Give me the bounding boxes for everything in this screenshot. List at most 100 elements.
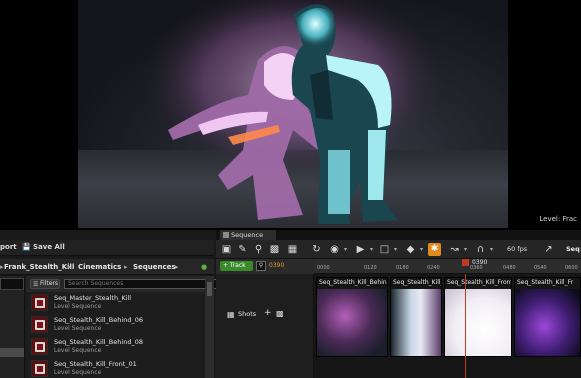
scrollbar-thumb[interactable] [207, 282, 212, 296]
breadcrumb-separator: ▸ [68, 263, 72, 271]
ruler-tick: 0000 [317, 265, 330, 271]
level-sequence-icon [31, 294, 48, 311]
search-placeholder: Search Sequences [68, 280, 124, 287]
asset-name: Seq_Stealth_Kill_Behind_06 [54, 316, 143, 324]
level-viewport[interactable]: Level: Frac [0, 0, 581, 230]
shot-label: Seq_Stealth_Kill_Behind [319, 279, 388, 286]
shot-section[interactable]: Seq_Stealth_Kill_ [390, 277, 442, 357]
list-item[interactable]: Seq_Stealth_Kill_Front_01 Level Sequence [26, 358, 214, 378]
sequencer-tab-bar: Sequence [216, 230, 581, 240]
list-item[interactable]: Seq_Stealth_Kill_Behind_06 Level Sequenc… [26, 314, 214, 336]
save-icon[interactable]: ▣ [220, 243, 233, 256]
add-shot-icon[interactable]: + [264, 308, 272, 318]
add-track-button[interactable]: + Track [220, 261, 253, 271]
current-frame[interactable]: 0390 [269, 262, 284, 269]
shots-label: Shots [238, 310, 257, 318]
shot-label: Seq_Stealth_Kill_ [393, 279, 442, 286]
ruler-tick: 0540 [534, 265, 547, 271]
playhead-label: 0390 [472, 259, 488, 266]
shot-label: Seq_Stealth_Kill_Fr [517, 279, 574, 286]
curve-icon[interactable]: ↝ ▾ [448, 243, 467, 256]
shot-section[interactable]: Seq_Stealth_Kill_Front [444, 277, 512, 357]
viewport-scene [78, 0, 508, 228]
shot-section[interactable]: Seq_Stealth_Kill_Behind [316, 277, 388, 357]
asset-list-scrollbar[interactable] [205, 276, 214, 378]
content-browser-toolbar: port 💾 Save All [0, 240, 214, 256]
filters-button[interactable]: ☰ Filters [30, 279, 60, 289]
editor-window: Level: Frac port 💾 Save All ▸ Frank_Stea… [0, 0, 581, 378]
selected-folder-row[interactable] [0, 348, 24, 357]
timeline-tracks[interactable]: Seq_Stealth_Kill_Behind Seq_Stealth_Kill… [314, 274, 581, 378]
camera-icon[interactable]: ▩ [268, 243, 281, 256]
snap-icon[interactable]: ✱ [428, 243, 441, 256]
browse-icon[interactable]: ✎ [236, 243, 249, 256]
shot-thumbnail [391, 289, 441, 356]
ruler-tick: 0180 [396, 265, 409, 271]
characters-render [143, 0, 443, 224]
asset-name: Seq_Master_Stealth_Kill [54, 294, 132, 302]
asset-type: Level Sequence [54, 325, 102, 332]
ruler-tick: 0120 [364, 265, 377, 271]
shot-thumbnail [317, 289, 387, 356]
asset-type: Level Sequence [54, 347, 102, 354]
breadcrumb-item-cinematics[interactable]: Cinematics [78, 263, 121, 271]
filters-bar: ☰ Filters Search Sequences ⚲ [26, 276, 228, 292]
tab-label: Sequence [231, 231, 264, 239]
editor-bottom-panel: port 💾 Save All ▸ Frank_Stealth_Kill ▸ C… [0, 230, 581, 378]
sequencer-tab-icon [223, 232, 229, 238]
playhead-handle[interactable] [462, 259, 469, 266]
breadcrumb: ▸ Frank_Stealth_Kill ▸ Cinematics ▸ Sequ… [0, 259, 214, 275]
camera-icon[interactable]: ▩ [276, 309, 284, 318]
save-icon: 💾 [22, 243, 31, 251]
lock-icon[interactable]: ● [201, 263, 207, 271]
asset-list: Seq_Master_Stealth_Kill Level Sequence S… [26, 292, 214, 378]
breadcrumb-item-frank-stealth-kill[interactable]: Frank_Stealth_Kill [4, 263, 74, 271]
level-label: Level: Frac [539, 215, 577, 223]
level-sequence-icon [31, 360, 48, 377]
asset-name: Seq_Stealth_Kill_Behind_08 [54, 338, 143, 346]
ruler-tick: 0600 [565, 265, 578, 271]
select-box-icon[interactable]: □ ▾ [378, 243, 397, 256]
asset-name: Seq_Stealth_Kill_Front_01 [54, 360, 137, 368]
breadcrumb-separator: ▸ [175, 263, 179, 271]
film-icon[interactable]: ▦ [286, 243, 299, 256]
list-item[interactable]: Seq_Master_Stealth_Kill Level Sequence [26, 292, 214, 314]
filters-label: Filters [40, 280, 58, 287]
save-all-button[interactable]: Save All [33, 243, 65, 251]
shot-thumbnail [445, 289, 511, 356]
search-icon[interactable]: ⚲ [252, 243, 265, 256]
eye-icon[interactable]: ◉ ▾ [328, 243, 347, 256]
transform-icon[interactable]: ↗ [542, 243, 555, 256]
playhead-line [465, 274, 466, 378]
fps-dropdown[interactable]: 60 fps [507, 245, 527, 253]
loop-icon[interactable]: ↻ [310, 243, 323, 256]
play-icon[interactable]: ▶ ▾ [354, 243, 373, 256]
timeline-ruler[interactable]: 0000 0120 0180 0240 0360 0480 0540 0600 … [314, 259, 581, 274]
asset-type: Level Sequence [54, 303, 102, 310]
level-sequence-icon [31, 338, 48, 355]
magnet-icon[interactable]: ∩ ▾ [474, 243, 493, 256]
import-button[interactable]: port [0, 243, 17, 251]
breadcrumb-item-sequences[interactable]: Sequences [133, 263, 176, 271]
track-list: ▦ Shots + ▩ [216, 274, 314, 378]
breadcrumb-separator: ▸ [0, 263, 4, 271]
shots-track[interactable]: ▦ Shots + ▩ [216, 306, 314, 322]
track-filter-button[interactable]: ⚲ [256, 261, 266, 271]
shot-thumbnail [515, 289, 580, 356]
sequence-name: Seq [566, 245, 580, 253]
shots-icon: ▦ [227, 310, 235, 319]
filter-icon: ☰ [33, 281, 39, 288]
ruler-tick: 0480 [503, 265, 516, 271]
shot-section[interactable]: Seq_Stealth_Kill_Fr [514, 277, 581, 357]
level-sequence-icon [31, 316, 48, 333]
list-item[interactable]: Seq_Stealth_Kill_Behind_08 Level Sequenc… [26, 336, 214, 358]
shot-label: Seq_Stealth_Kill_Front [447, 279, 512, 286]
sequencer-toolbar: ▣ ✎ ⚲ ▩ ▦ ↻ ◉ ▾ ▶ ▾ □ ▾ ◆ ▾ ✱ ↝ ▾ ∩ ▾ 60 fps ↗… [216, 240, 581, 259]
search-input[interactable]: Search Sequences ⚲ [64, 279, 228, 289]
folder-tree-panel [0, 276, 25, 378]
track-list-header: + Track ⚲ 0390 [216, 259, 314, 274]
key-icon[interactable]: ◆ ▾ [404, 243, 423, 256]
folder-search-input[interactable] [0, 278, 24, 290]
asset-type: Level Sequence [54, 369, 102, 376]
tab-sequencer[interactable]: Sequence [220, 230, 276, 240]
